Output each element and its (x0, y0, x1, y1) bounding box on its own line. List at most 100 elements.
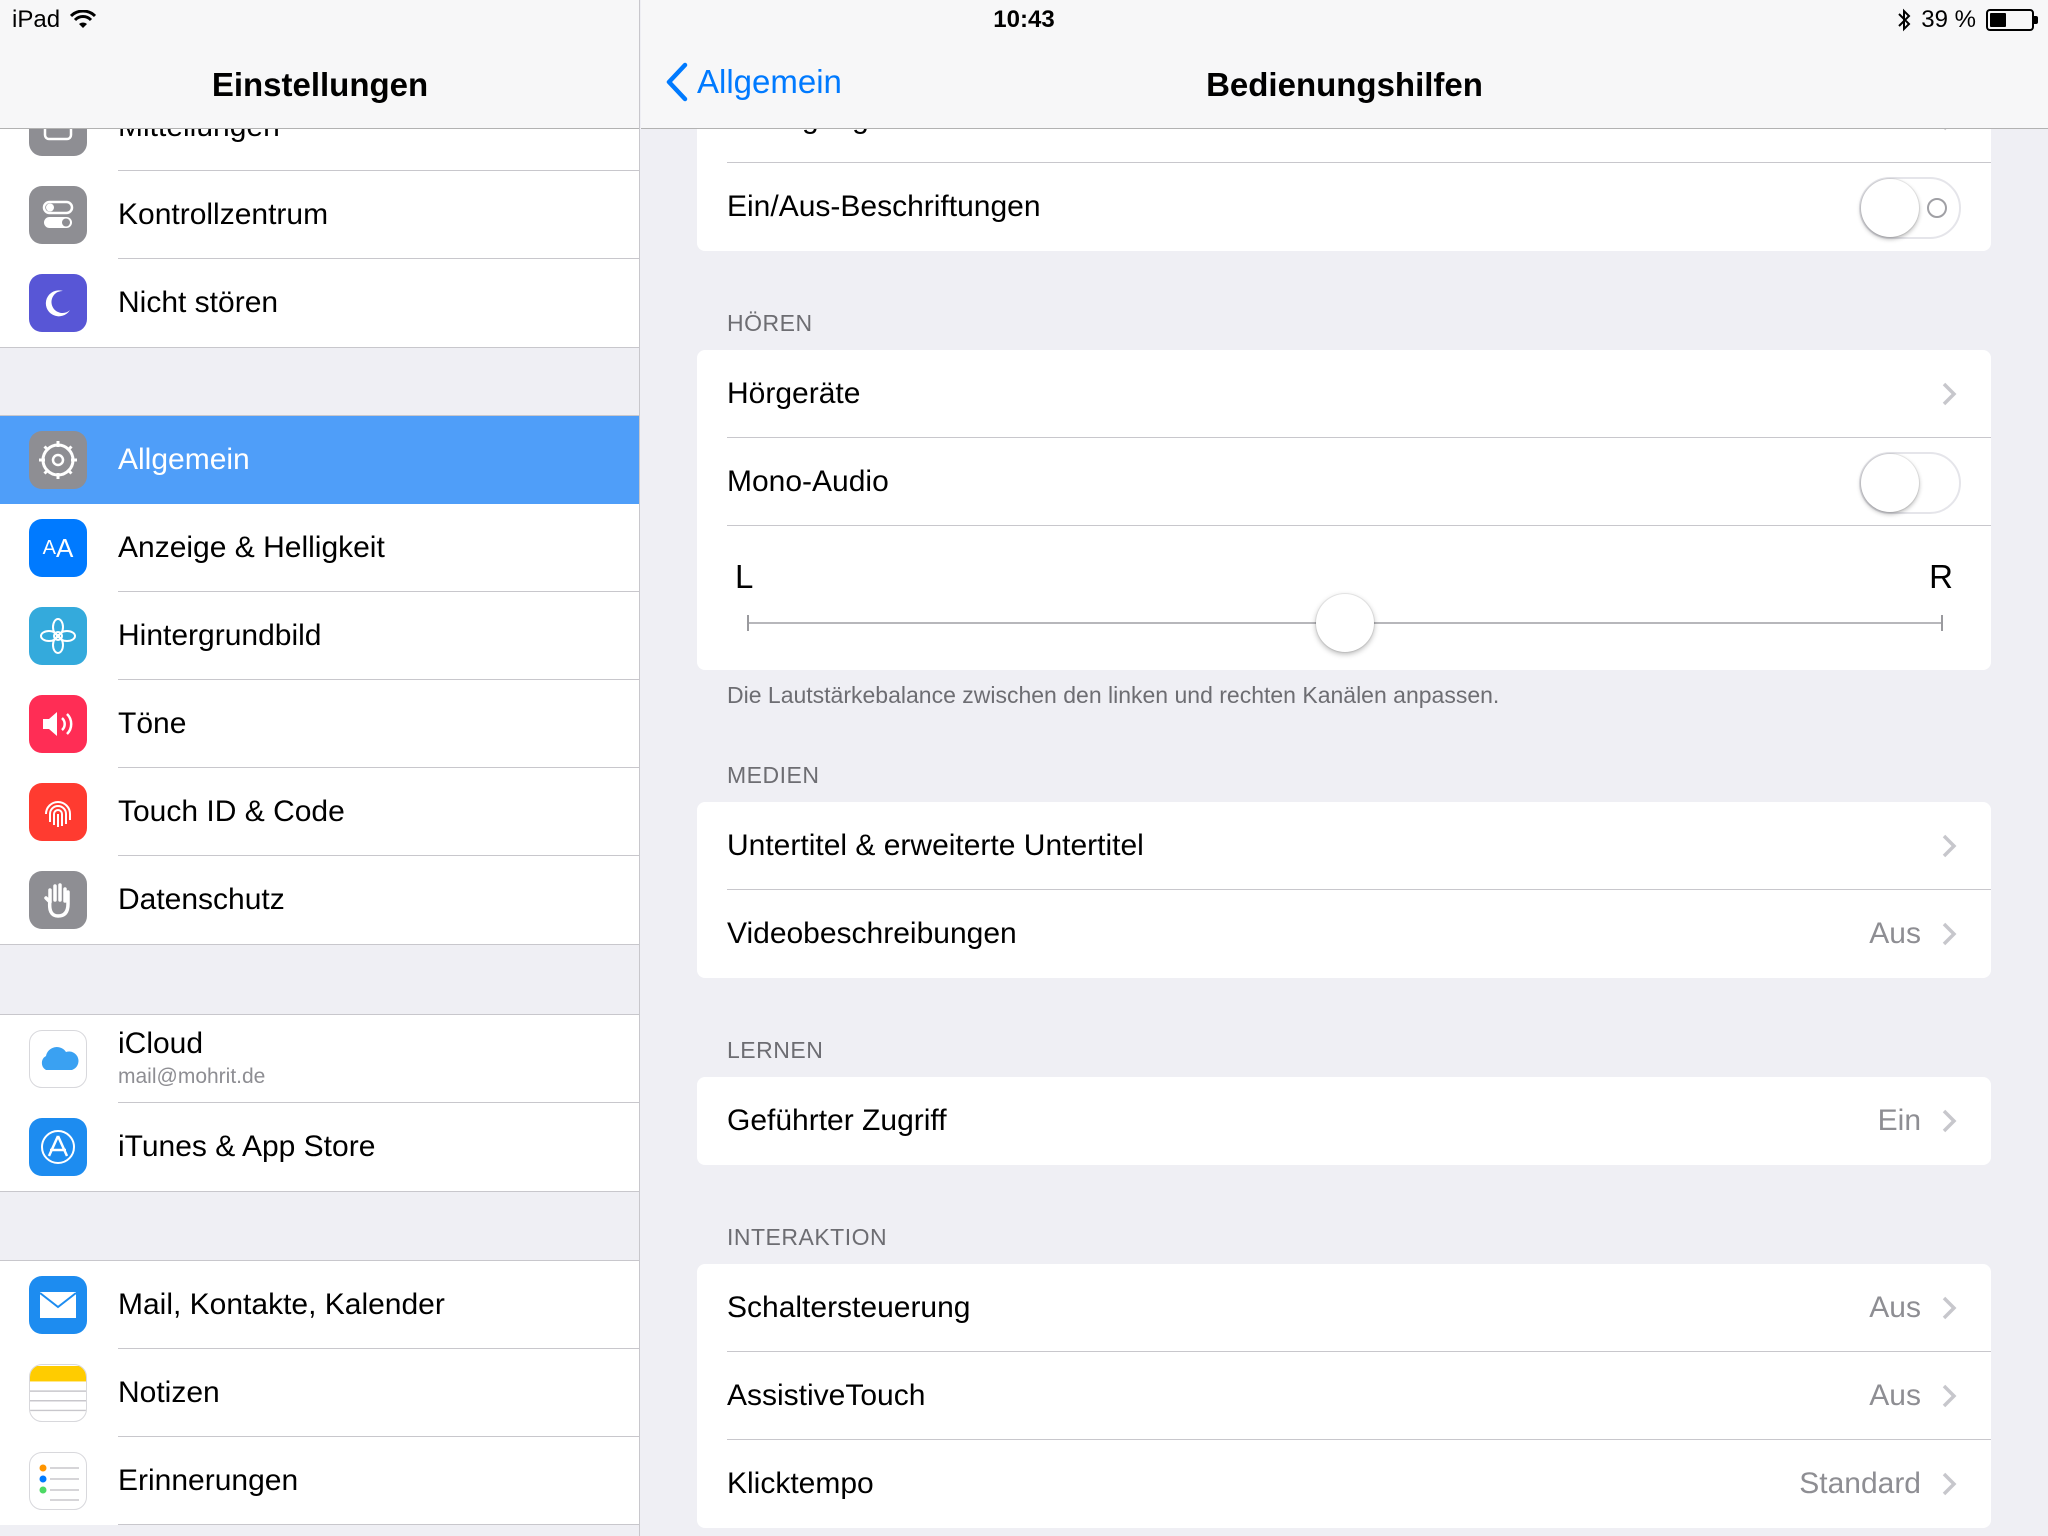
sidebar-item-toene[interactable]: Töne (0, 680, 639, 768)
sidebar-item-anzeige[interactable]: AA Anzeige & Helligkeit (0, 504, 639, 592)
toggle-knob (1861, 454, 1919, 512)
row-mono-audio[interactable]: Mono-Audio (697, 438, 1991, 526)
row-value: Aus (1869, 1379, 1921, 1412)
sidebar-item-label: Kontrollzentrum (118, 198, 329, 231)
row-label: Hörgeräte (727, 377, 861, 410)
sidebar-item-touch-id[interactable]: Touch ID & Code (0, 768, 639, 856)
sidebar-item-label: Erinnerungen (118, 1464, 299, 1497)
icloud-icon (29, 1030, 87, 1088)
sidebar-item-kontrollzentrum[interactable]: Kontrollzentrum (0, 171, 639, 259)
wallpaper-flower-icon (29, 607, 87, 665)
sidebar-item-itunes[interactable]: iTunes & App Store (0, 1103, 639, 1191)
balance-slider-track[interactable] (747, 594, 1943, 652)
battery-icon (1986, 9, 2038, 31)
hearing-card: Hörgeräte Mono-Audio L R (697, 350, 1991, 670)
moon-icon (29, 274, 87, 332)
row-label: Mono-Audio (727, 465, 889, 498)
speaker-icon (29, 695, 87, 753)
onoff-labels-toggle[interactable] (1859, 177, 1961, 239)
sidebar-item-label: Hintergrundbild (118, 619, 322, 652)
row-click-speed[interactable]: Klicktempo Standard (697, 1440, 1991, 1528)
sidebar-group-accounts: iCloud mail@mohrit.de iTunes & App Store (0, 1014, 639, 1192)
chevron-right-icon (1942, 922, 1957, 946)
chevron-right-icon (1942, 382, 1957, 406)
sidebar-item-label: Notizen (118, 1376, 220, 1409)
row-label: AssistiveTouch (727, 1379, 926, 1412)
row-label: Klicktempo (727, 1467, 874, 1500)
sidebar-item-label: Anzeige & Helligkeit (118, 531, 385, 564)
row-value: Ein (1877, 1104, 1921, 1137)
off-label-icon (1927, 198, 1947, 218)
sidebar-item-datenschutz[interactable]: Datenschutz (0, 856, 639, 944)
bluetooth-icon (1898, 8, 1911, 32)
sidebar-item-sublabel: mail@mohrit.de (118, 1065, 266, 1088)
sidebar-item-nicht-stoeren[interactable]: Nicht stören (0, 259, 639, 347)
row-video-descriptions[interactable]: Videobeschreibungen Aus (697, 890, 1991, 978)
sidebar-title: Einstellungen (211, 66, 429, 103)
settings-sidebar: Einstellungen Mitteilungen Kontrollzentr… (0, 0, 640, 1536)
row-subtitles[interactable]: Untertitel & erweiterte Untertitel (697, 802, 1991, 890)
gear-icon (29, 431, 87, 489)
sidebar-item-allgemein[interactable]: Allgemein (0, 416, 639, 504)
hand-icon (29, 871, 87, 929)
chevron-right-icon (1942, 1384, 1957, 1408)
row-guided-access[interactable]: Geführter Zugriff Ein (697, 1077, 1991, 1165)
sidebar-item-label: Mail, Kontakte, Kalender (118, 1288, 445, 1321)
chevron-right-icon (1942, 834, 1957, 858)
sidebar-item-label: Töne (118, 707, 187, 740)
toggle-knob (1861, 179, 1919, 237)
sidebar-item-hintergrundbild[interactable]: Hintergrundbild (0, 592, 639, 680)
battery-level (1990, 13, 2006, 27)
sidebar-item-label: Allgemein (118, 443, 250, 476)
sidebar-item-erinnerungen[interactable]: Erinnerungen (0, 1437, 639, 1525)
sidebar-item-label: iTunes & App Store (118, 1130, 376, 1163)
balance-slider-thumb[interactable] (1316, 594, 1374, 652)
fingerprint-icon (29, 783, 87, 841)
mail-icon (29, 1276, 87, 1334)
page-title: Bedienungshilfen (1206, 66, 1483, 103)
status-time: 10:43 (993, 6, 1055, 33)
section-header-hearing: HÖREN (727, 310, 813, 336)
row-label: Ein/Aus-Beschriftungen (727, 190, 1041, 223)
row-value: Aus (1869, 1291, 1921, 1324)
media-card: Untertitel & erweiterte Untertitel Video… (697, 802, 1991, 978)
row-assistive-touch[interactable]: AssistiveTouch Aus (697, 1352, 1991, 1440)
slider-tick-left (747, 615, 749, 631)
row-value: Standard (1799, 1467, 1921, 1500)
row-hearing-aids[interactable]: Hörgeräte (697, 350, 1991, 438)
row-label: Schaltersteuerung (727, 1291, 971, 1324)
row-label: Geführter Zugriff (727, 1104, 947, 1137)
sidebar-item-icloud[interactable]: iCloud mail@mohrit.de (0, 1015, 639, 1103)
slider-tick-right (1941, 615, 1943, 631)
notes-icon (29, 1364, 87, 1422)
row-label: Videobeschreibungen (727, 917, 1017, 950)
sidebar-item-label: iCloud (118, 1027, 204, 1060)
status-right: 39 % (1897, 6, 2038, 34)
balance-left-label: L (735, 558, 754, 595)
text-size-icon: AA (29, 519, 87, 577)
chevron-right-icon (1942, 1472, 1957, 1496)
control-center-icon (29, 186, 87, 244)
accessibility-detail: Allgemein Bedienungshilfen Bewegung redu… (641, 0, 2048, 1536)
sidebar-item-label: Touch ID & Code (118, 795, 345, 828)
status-bar: iPad 10:43 39 % (0, 0, 2048, 40)
chevron-right-icon (1942, 1109, 1957, 1133)
sidebar-item-notizen[interactable]: Notizen (0, 1349, 639, 1437)
sidebar-item-label: Datenschutz (118, 883, 285, 916)
learning-card: Geführter Zugriff Ein (697, 1077, 1991, 1165)
chevron-right-icon (1942, 1296, 1957, 1320)
row-label: Untertitel & erweiterte Untertitel (727, 829, 1144, 862)
sidebar-group-apps: Mail, Kontakte, Kalender Notizen Erinner… (0, 1260, 639, 1525)
sidebar-group-general: Allgemein AA Anzeige & Helligkeit Hinter… (0, 415, 639, 945)
sidebar-item-mail[interactable]: Mail, Kontakte, Kalender (0, 1261, 639, 1349)
mono-audio-toggle[interactable] (1859, 452, 1961, 514)
section-header-learning: LERNEN (727, 1037, 824, 1063)
balance-footnote: Die Lautstärkebalance zwischen den linke… (727, 682, 1500, 708)
section-header-interaction: INTERAKTION (727, 1224, 888, 1250)
sidebar-item-label: Nicht stören (118, 286, 279, 319)
section-header-media: MEDIEN (727, 762, 820, 788)
app-store-icon (29, 1118, 87, 1176)
row-onoff-labels[interactable]: Ein/Aus-Beschriftungen (697, 163, 1991, 251)
row-switch-control[interactable]: Schaltersteuerung Aus (697, 1264, 1991, 1352)
balance-slider-row: L R (697, 526, 1991, 670)
